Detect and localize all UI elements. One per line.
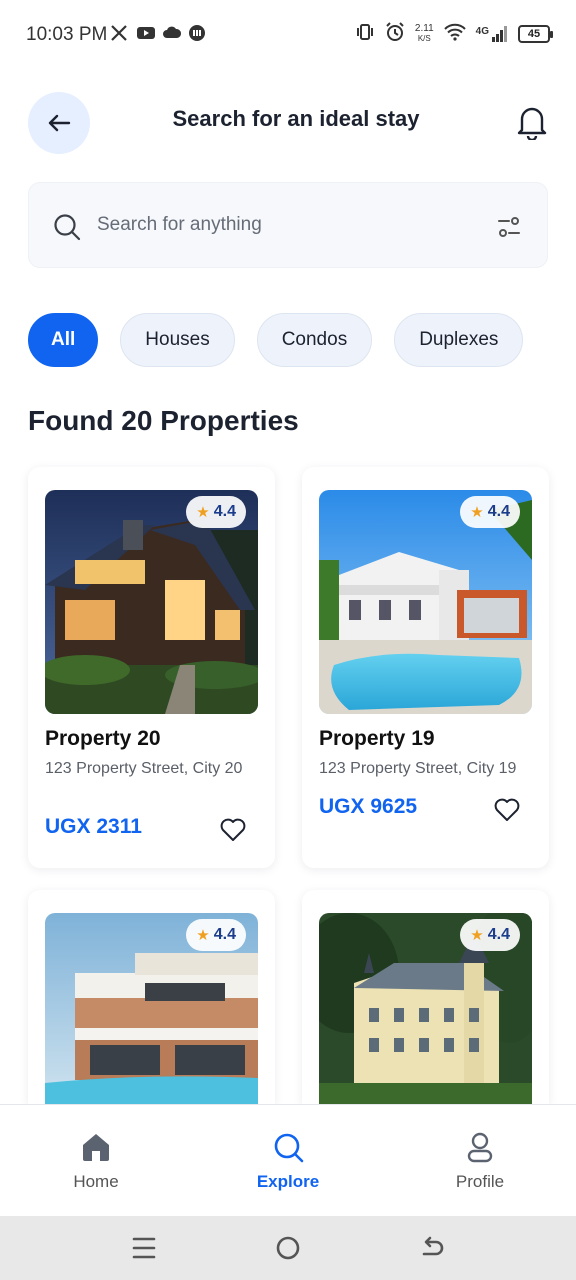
home-icon xyxy=(83,1134,109,1161)
alarm-icon xyxy=(385,22,405,45)
property-price: UGX 9625 xyxy=(319,795,418,818)
nav-profile-label: Profile xyxy=(455,1172,505,1191)
results-title: Found 20 Properties xyxy=(28,405,299,436)
property-name: Property 19 xyxy=(319,727,435,750)
category-filter-chips: All Houses Condos Duplexes xyxy=(28,313,524,367)
bell-icon xyxy=(517,107,547,142)
nav-home[interactable]: Home xyxy=(0,1105,192,1217)
rating-badge: ★ 4.4 xyxy=(460,496,520,528)
filter-icon[interactable] xyxy=(497,215,521,239)
home-circle-icon[interactable] xyxy=(274,1234,302,1262)
notification-bell-button[interactable] xyxy=(516,104,548,142)
nav-explore[interactable]: Explore xyxy=(192,1105,384,1217)
rating-value: 4.4 xyxy=(487,503,510,520)
back-icon[interactable] xyxy=(418,1234,446,1262)
network-speed-value: 2.11 xyxy=(414,22,434,34)
search-icon xyxy=(54,214,81,241)
vibrate-icon xyxy=(355,23,375,44)
property-address: 123 Property Street, City 19 xyxy=(319,760,517,777)
chip-all[interactable]: All xyxy=(28,313,99,367)
rating-badge: ★ 4.4 xyxy=(460,919,520,951)
property-address: 123 Property Street, City 20 xyxy=(45,760,243,777)
arrow-left-icon xyxy=(48,114,71,132)
network-type: 4G xyxy=(475,25,489,37)
property-image: ★ 4.4 xyxy=(45,913,258,1104)
battery-indicator: 45 xyxy=(518,24,553,43)
status-notification-icons xyxy=(110,24,206,42)
cell-signal-icon: 4G xyxy=(475,25,508,42)
property-image: ★ 4.4 xyxy=(319,490,532,714)
chip-condos[interactable]: Condos xyxy=(256,313,373,367)
search-icon xyxy=(274,1133,304,1163)
star-icon: ★ xyxy=(196,927,210,944)
nav-home-label: Home xyxy=(73,1172,119,1191)
back-button[interactable] xyxy=(28,92,90,154)
x-app-icon xyxy=(110,24,128,42)
status-system-icons: 2.11 K/S 4G 45 xyxy=(355,22,553,45)
chip-duplexes[interactable]: Duplexes xyxy=(394,313,524,367)
property-image: ★ 4.4 xyxy=(319,913,532,1104)
wifi-icon xyxy=(443,23,466,44)
property-price: UGX 2311 xyxy=(45,815,142,838)
cloud-icon xyxy=(162,24,182,42)
rating-badge: ★ 4.4 xyxy=(186,496,246,528)
star-icon: ★ xyxy=(470,927,484,944)
page-title: Search for an ideal stay xyxy=(172,106,420,131)
app-badge-icon xyxy=(188,24,206,42)
star-icon: ★ xyxy=(470,504,484,521)
rating-value: 4.4 xyxy=(213,503,236,520)
favorite-heart-icon[interactable] xyxy=(220,818,246,842)
property-name: Property 20 xyxy=(45,727,161,750)
star-icon: ★ xyxy=(196,504,210,521)
system-navigation-bar xyxy=(0,1216,576,1280)
property-card[interactable]: ★ 4.4 xyxy=(302,890,549,1104)
status-bar: 10:03 PM 2.11 K/S 4G 45 xyxy=(0,0,576,72)
search-input[interactable] xyxy=(97,207,477,243)
chip-houses[interactable]: Houses xyxy=(120,313,235,367)
rating-badge: ★ 4.4 xyxy=(186,919,246,951)
person-icon xyxy=(467,1132,493,1163)
status-time: 10:03 PM xyxy=(26,24,108,45)
property-image: ★ 4.4 xyxy=(45,490,258,714)
search-bar[interactable] xyxy=(28,182,548,268)
network-speed: 2.11 K/S xyxy=(414,22,434,44)
network-speed-unit: K/S xyxy=(417,33,431,43)
rating-value: 4.4 xyxy=(487,926,510,943)
property-card[interactable]: ★ 4.4 Property 20 123 Property Street, C… xyxy=(28,467,275,868)
favorite-heart-icon[interactable] xyxy=(494,798,520,822)
bottom-navigation: Home Explore Profile xyxy=(0,1104,576,1216)
property-card[interactable]: ★ 4.4 Property 19 123 Property Street, C… xyxy=(302,467,549,868)
recent-apps-icon[interactable] xyxy=(130,1234,158,1262)
youtube-icon xyxy=(136,24,155,42)
property-card[interactable]: ★ 4.4 xyxy=(28,890,275,1104)
nav-explore-label: Explore xyxy=(256,1172,320,1191)
nav-profile[interactable]: Profile xyxy=(384,1105,576,1217)
rating-value: 4.4 xyxy=(213,926,236,943)
